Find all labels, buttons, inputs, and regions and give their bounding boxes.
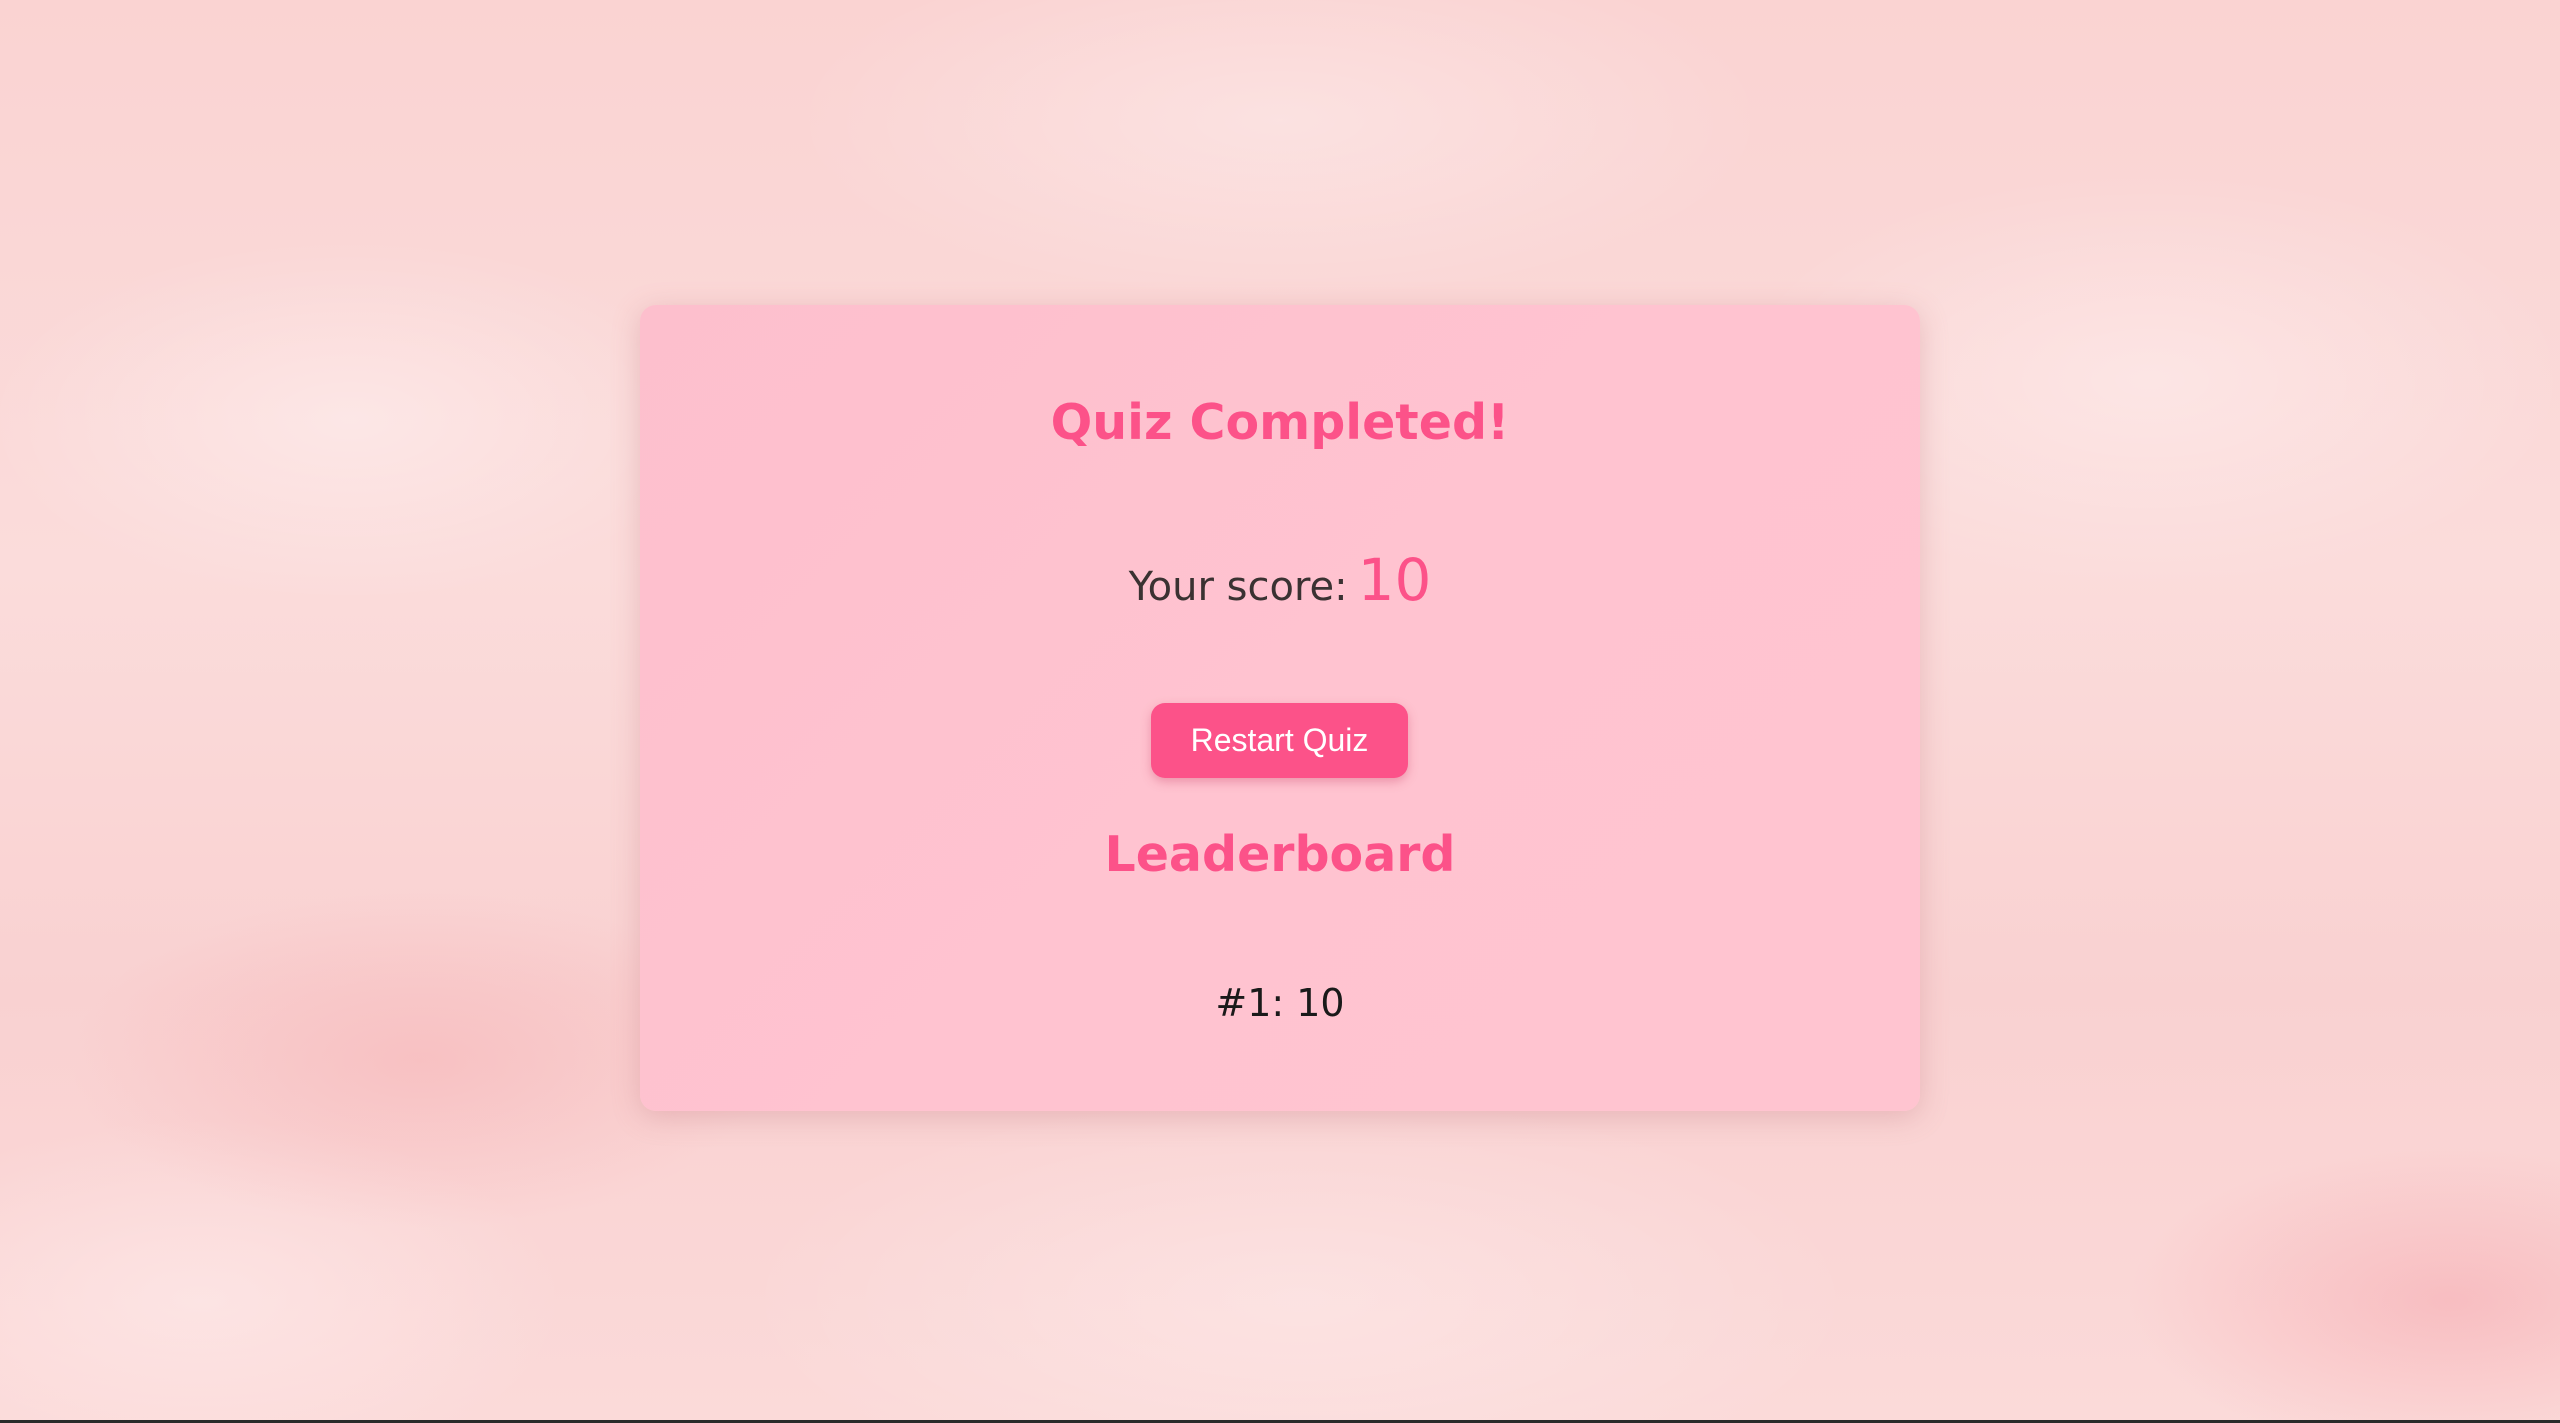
score-label: Your score: <box>1128 564 1348 610</box>
quiz-completed-title: Quiz Completed! <box>1050 394 1510 451</box>
score-row: Your score: 10 <box>0 545 2560 630</box>
leaderboard-entry: #1: 10 <box>1215 981 1345 1025</box>
leaderboard-list: #1: 10 <box>0 968 2560 1038</box>
restart-quiz-button[interactable]: Restart Quiz <box>1151 703 1408 778</box>
leaderboard-title: Leaderboard <box>1104 826 1456 883</box>
score-value: 10 <box>1357 546 1432 614</box>
